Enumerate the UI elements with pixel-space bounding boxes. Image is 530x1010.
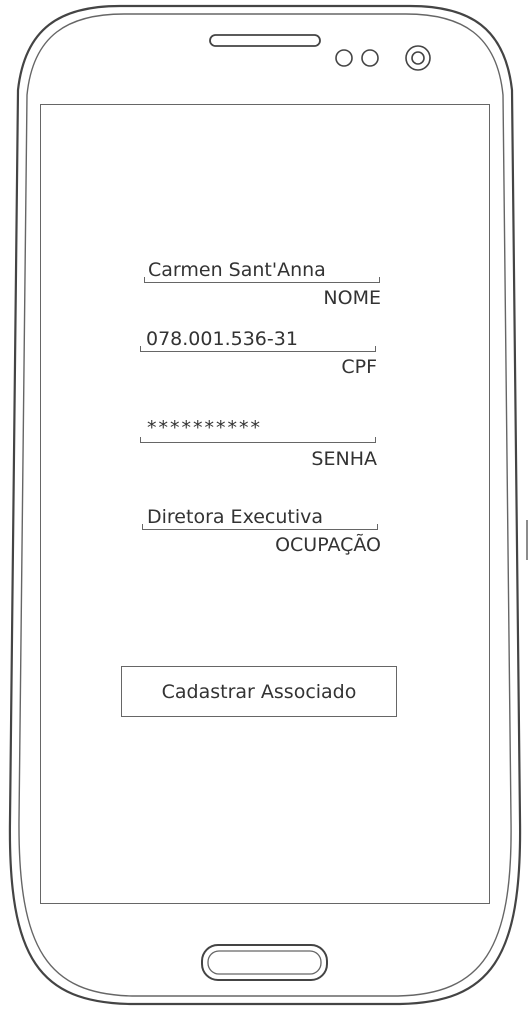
phone-frame: Carmen Sant'Anna NOME 078.001.536-31 CPF… — [0, 0, 530, 1010]
ocupacao-field[interactable]: Diretora Executiva OCUPAÇÃO — [41, 105, 491, 565]
sensor-icon — [335, 49, 353, 67]
camera-icon — [405, 45, 431, 71]
ocupacao-underline — [142, 524, 378, 530]
sensor-icon — [361, 49, 379, 67]
cadastrar-associado-button[interactable]: Cadastrar Associado — [121, 666, 397, 717]
speaker-grille — [209, 34, 321, 47]
home-button — [201, 944, 328, 981]
ocupacao-label: OCUPAÇÃO — [275, 534, 381, 556]
screen: Carmen Sant'Anna NOME 078.001.536-31 CPF… — [40, 104, 490, 904]
